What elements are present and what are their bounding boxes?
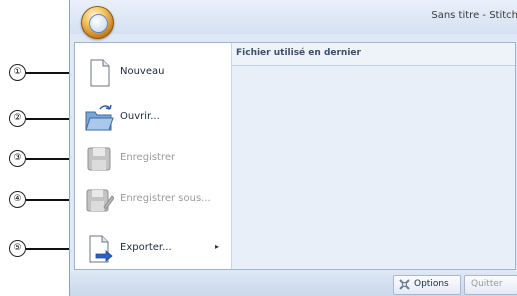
application-window: Sans titre - Stitch Nouveau Ouvrir... En… bbox=[69, 0, 517, 296]
menu-commands: Nouveau Ouvrir... Enregistrer Enregistre… bbox=[75, 43, 232, 269]
new-document-icon bbox=[90, 59, 110, 87]
callout-number: ⑤ bbox=[9, 240, 26, 257]
quit-label: Quitter bbox=[471, 279, 503, 289]
application-menu-button[interactable] bbox=[81, 6, 114, 39]
export-icon bbox=[89, 235, 113, 263]
save-icon bbox=[87, 147, 111, 171]
options-label: Options bbox=[414, 279, 449, 289]
options-button[interactable]: Options bbox=[393, 275, 461, 295]
menu-item-save[interactable]: Enregistrer bbox=[79, 140, 229, 176]
options-icon bbox=[399, 279, 410, 290]
callout-number: ② bbox=[9, 110, 26, 127]
menu-item-open[interactable]: Ouvrir... bbox=[79, 99, 229, 135]
open-folder-icon bbox=[85, 104, 114, 131]
menu-item-label: Nouveau bbox=[120, 66, 165, 77]
menu-item-label: Exporter... bbox=[120, 242, 172, 253]
title-bar: Sans titre - Stitch bbox=[70, 0, 517, 39]
menu-footer: Options Quitter bbox=[70, 272, 517, 296]
recent-files-panel: Fichier utilisé en dernier bbox=[232, 43, 515, 269]
menu-item-new[interactable]: Nouveau bbox=[79, 54, 229, 90]
menu-item-save-as[interactable]: Enregistrer sous... bbox=[79, 181, 229, 217]
recent-files-title: Fichier utilisé en dernier bbox=[236, 48, 361, 58]
menu-item-export[interactable]: Exporter... ▸ bbox=[79, 230, 229, 266]
menu-item-label: Enregistrer sous... bbox=[120, 193, 211, 204]
application-menu: Nouveau Ouvrir... Enregistrer Enregistre… bbox=[74, 42, 516, 270]
callout-number: ③ bbox=[9, 150, 26, 167]
menu-item-label: Ouvrir... bbox=[120, 111, 160, 122]
callout-number: ④ bbox=[9, 191, 26, 208]
app-logo-icon bbox=[89, 14, 108, 33]
menu-item-label: Enregistrer bbox=[120, 152, 176, 163]
window-title: Sans titre - Stitch bbox=[431, 10, 517, 21]
submenu-arrow-icon: ▸ bbox=[215, 242, 220, 251]
recent-files-header: Fichier utilisé en dernier bbox=[232, 43, 515, 66]
callout-number: ① bbox=[9, 64, 26, 81]
quit-button[interactable]: Quitter bbox=[464, 275, 517, 295]
save-as-icon bbox=[86, 189, 114, 212]
